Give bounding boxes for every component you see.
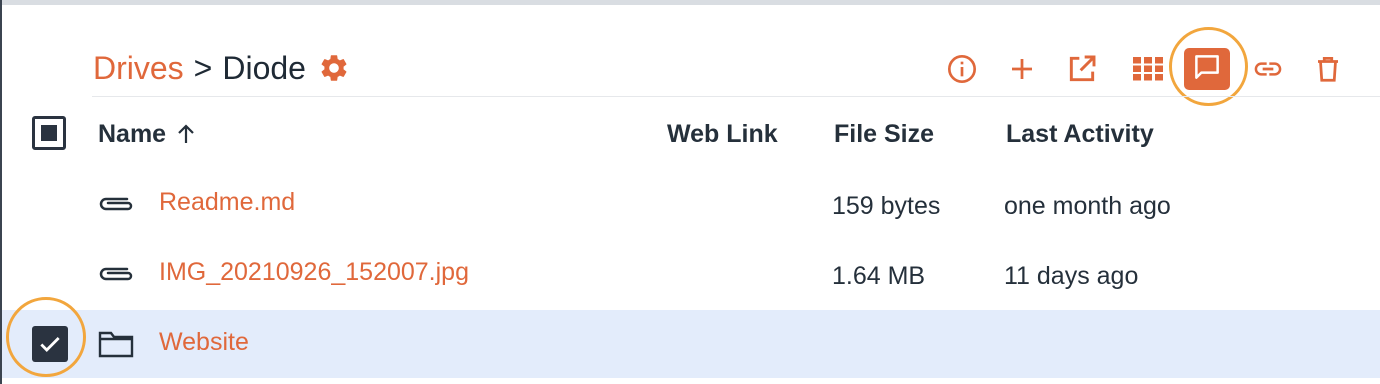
- open-external-icon[interactable]: [1065, 51, 1099, 87]
- folder-icon: [96, 327, 136, 361]
- last-activity: 11 days ago: [1004, 262, 1139, 290]
- sort-ascending-icon: [178, 124, 194, 143]
- row-checkbox[interactable]: [32, 326, 68, 362]
- comment-icon: [1192, 52, 1222, 87]
- gear-icon[interactable]: [318, 52, 350, 84]
- header-divider: [92, 96, 1380, 97]
- add-icon[interactable]: [1005, 51, 1039, 87]
- column-header-name-label: Name: [98, 119, 167, 148]
- grid-view-icon[interactable]: [1131, 51, 1165, 87]
- attachment-icon: [96, 257, 136, 291]
- folder-name-link[interactable]: Website: [159, 328, 249, 357]
- breadcrumb-separator: >: [193, 49, 213, 86]
- column-header-web-link[interactable]: Web Link: [667, 118, 778, 150]
- comment-button[interactable]: [1184, 48, 1230, 90]
- trash-icon[interactable]: [1311, 51, 1345, 87]
- column-header-last-activity[interactable]: Last Activity: [1006, 118, 1154, 150]
- breadcrumb: Drives > Diode: [93, 46, 350, 90]
- file-name-link[interactable]: IMG_20210926_152007.jpg: [159, 258, 469, 287]
- table-row[interactable]: Readme.md 159 bytes one month ago: [2, 170, 1380, 238]
- file-size: 1.64 MB: [832, 262, 926, 290]
- info-icon[interactable]: [945, 51, 979, 87]
- table-row-selected[interactable]: Website: [2, 310, 1380, 378]
- link-icon[interactable]: [1251, 51, 1285, 87]
- attachment-icon: [96, 187, 136, 221]
- breadcrumb-drives-link[interactable]: Drives: [93, 50, 184, 87]
- file-size: 159 bytes: [832, 192, 941, 220]
- table-row[interactable]: IMG_20210926_152007.jpg 1.64 MB 11 days …: [2, 240, 1380, 308]
- top-border: [0, 0, 1380, 5]
- breadcrumb-current: Diode: [222, 49, 306, 86]
- column-header-file-size[interactable]: File Size: [834, 118, 934, 150]
- column-header-name[interactable]: Name: [98, 118, 196, 150]
- last-activity: one month ago: [1004, 192, 1171, 220]
- indeterminate-mark: [41, 125, 57, 141]
- file-name-link[interactable]: Readme.md: [159, 188, 295, 217]
- checkmark-icon: [40, 337, 60, 352]
- select-all-checkbox[interactable]: [32, 116, 66, 150]
